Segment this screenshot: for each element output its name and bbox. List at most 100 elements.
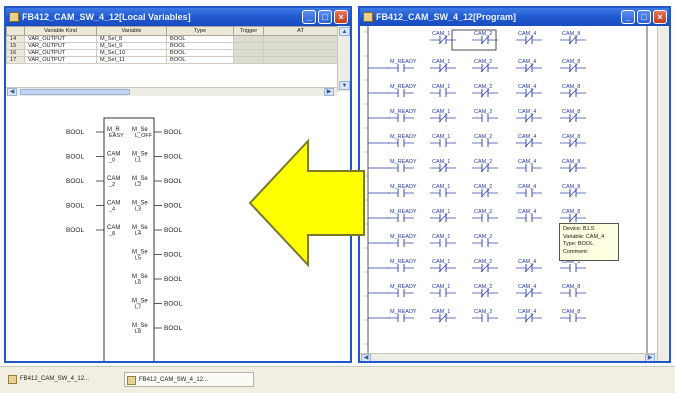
ladder-contact[interactable]: CAM_8: [560, 31, 586, 45]
ladder-contact[interactable]: M_READY: [388, 159, 417, 172]
ladder-contact[interactable]: M_READY: [388, 59, 417, 72]
scroll-down-icon[interactable]: ▼: [339, 81, 350, 90]
variable-type-cell[interactable]: BOOL: [166, 35, 234, 43]
variable-name-cell[interactable]: M_Sel_8: [96, 35, 167, 43]
taskbar-item-program[interactable]: FB412_CAM_SW_4_12...: [124, 372, 254, 387]
ladder-contact[interactable]: CAM_2: [472, 259, 498, 273]
ladder-contact[interactable]: CAM_4: [516, 209, 542, 222]
ladder-contact[interactable]: CAM_1: [430, 159, 456, 173]
vertical-scrollbar[interactable]: [657, 26, 669, 361]
horizontal-scrollbar[interactable]: ◀ ▶: [6, 87, 337, 96]
column-header[interactable]: AT: [263, 26, 338, 36]
taskbar-item-local-variables[interactable]: FB412_CAM_SW_4_12...: [6, 372, 124, 387]
column-header[interactable]: Trigger: [233, 26, 264, 36]
minimize-button[interactable]: _: [302, 10, 316, 24]
ladder-contact[interactable]: CAM_1: [430, 209, 456, 223]
ladder-contact[interactable]: CAM_1: [430, 309, 456, 323]
column-header[interactable]: Type: [166, 26, 234, 36]
scroll-right-icon[interactable]: ▶: [645, 354, 655, 361]
variable-name-cell[interactable]: M_Sel_10: [96, 49, 167, 57]
at-cell[interactable]: [263, 42, 338, 50]
variable-name-cell[interactable]: M_Sel_11: [96, 56, 167, 64]
variable-type-cell[interactable]: BOOL: [166, 49, 234, 57]
trigger-cell[interactable]: [233, 56, 264, 64]
ladder-contact[interactable]: M_READY: [388, 134, 417, 147]
ladder-contact[interactable]: CAM_8: [560, 109, 586, 123]
ladder-contact[interactable]: CAM_4: [516, 59, 542, 73]
scroll-left-icon[interactable]: ◀: [7, 88, 17, 96]
variable-name-cell[interactable]: M_Sel_9: [96, 42, 167, 50]
at-cell[interactable]: [263, 35, 338, 43]
ladder-contact[interactable]: CAM_4: [516, 184, 542, 197]
variable-kind-cell[interactable]: VAR_OUTPUT: [24, 35, 97, 43]
ladder-contact[interactable]: CAM_2: [472, 84, 498, 98]
ladder-contact[interactable]: CAM_4: [516, 259, 542, 273]
ladder-contact[interactable]: CAM_2: [472, 184, 498, 198]
ladder-contact[interactable]: CAM_4: [516, 31, 542, 45]
ladder-contact[interactable]: CAM_4: [516, 159, 542, 172]
ladder-contact[interactable]: CAM_8: [560, 309, 586, 322]
ladder-contact[interactable]: M_READY: [388, 259, 417, 272]
maximize-button[interactable]: □: [318, 10, 332, 24]
trigger-cell[interactable]: [233, 42, 264, 50]
variable-kind-cell[interactable]: VAR_OUTPUT: [24, 56, 97, 64]
table-row[interactable]: 16 VAR_OUTPUT M_Sel_10 BOOL: [6, 49, 338, 57]
ladder-contact[interactable]: CAM_2: [472, 209, 498, 222]
ladder-contact[interactable]: M_READY: [388, 234, 417, 247]
ladder-contact[interactable]: CAM_4: [516, 84, 542, 98]
ladder-contact[interactable]: CAM_1: [430, 84, 456, 97]
variable-kind-cell[interactable]: VAR_OUTPUT: [24, 42, 97, 50]
ladder-contact[interactable]: CAM_2: [472, 284, 498, 298]
ladder-contact[interactable]: CAM_2: [472, 59, 498, 73]
ladder-contact[interactable]: CAM_8: [560, 284, 586, 297]
ladder-contact[interactable]: CAM_1: [430, 59, 456, 73]
ladder-contact[interactable]: CAM_8: [560, 134, 586, 148]
scroll-left-icon[interactable]: ◀: [361, 354, 371, 361]
trigger-cell[interactable]: [233, 35, 264, 43]
left-window-titlebar[interactable]: FB412_CAM_SW_4_12[Local Variables] _ □ ×: [6, 8, 350, 26]
ladder-contact[interactable]: CAM_8: [560, 84, 586, 98]
table-row[interactable]: 14 VAR_OUTPUT M_Sel_8 BOOL: [6, 35, 338, 43]
right-window-titlebar[interactable]: FB412_CAM_SW_4_12[Program] _ □ ×: [360, 8, 669, 26]
ladder-contact[interactable]: M_READY: [388, 109, 417, 122]
ladder-contact[interactable]: CAM_2: [472, 309, 498, 322]
ladder-contact[interactable]: CAM_8: [560, 184, 586, 198]
horizontal-scrollbar[interactable]: ◀ ▶: [360, 353, 657, 361]
column-header[interactable]: Variable: [96, 26, 167, 36]
ladder-contact[interactable]: M_READY: [388, 309, 417, 322]
ladder-contact[interactable]: CAM_2: [472, 109, 498, 122]
variable-type-cell[interactable]: BOOL: [166, 56, 234, 64]
ladder-contact[interactable]: CAM_1: [430, 234, 456, 247]
ladder-contact[interactable]: M_READY: [388, 284, 417, 297]
ladder-contact[interactable]: M_READY: [388, 84, 417, 97]
close-button[interactable]: ×: [653, 10, 667, 24]
vertical-scrollbar[interactable]: ▲ ▼: [337, 26, 350, 92]
ladder-contact[interactable]: CAM_4: [516, 309, 542, 323]
variable-kind-cell[interactable]: VAR_OUTPUT: [24, 49, 97, 57]
at-cell[interactable]: [263, 49, 338, 57]
column-header[interactable]: [6, 26, 25, 36]
scroll-up-icon[interactable]: ▲: [339, 27, 350, 36]
scroll-thumb[interactable]: [20, 89, 130, 95]
ladder-contact[interactable]: M_READY: [388, 184, 417, 197]
ladder-contact[interactable]: CAM_2: [472, 31, 498, 45]
table-row[interactable]: 17 VAR_OUTPUT M_Sel_11 BOOL: [6, 56, 338, 64]
ladder-contact[interactable]: CAM_2: [472, 134, 498, 147]
ladder-contact[interactable]: CAM_2: [472, 234, 498, 247]
variable-type-cell[interactable]: BOOL: [166, 42, 234, 50]
ladder-contact[interactable]: CAM_1: [430, 184, 456, 197]
ladder-diagram[interactable]: CAM_1 CAM_2 CAM_4 CAM_8 M_READY CAM_1 CAM_2 CAM…: [360, 26, 657, 353]
ladder-contact[interactable]: CAM_4: [516, 109, 542, 123]
close-button[interactable]: ×: [334, 10, 348, 24]
ladder-contact[interactable]: CAM_8: [560, 59, 586, 73]
ladder-contact[interactable]: CAM_8: [560, 159, 586, 173]
maximize-button[interactable]: □: [637, 10, 651, 24]
scroll-right-icon[interactable]: ▶: [324, 88, 334, 96]
ladder-contact[interactable]: CAM_2: [472, 159, 498, 173]
ladder-contact[interactable]: CAM_1: [430, 259, 456, 273]
at-cell[interactable]: [263, 56, 338, 64]
table-row[interactable]: 15 VAR_OUTPUT M_Sel_9 BOOL: [6, 42, 338, 50]
ladder-contact[interactable]: CAM_1: [430, 134, 456, 147]
column-header[interactable]: Variable Kind: [24, 26, 97, 36]
ladder-contact[interactable]: M_READY: [388, 209, 417, 222]
